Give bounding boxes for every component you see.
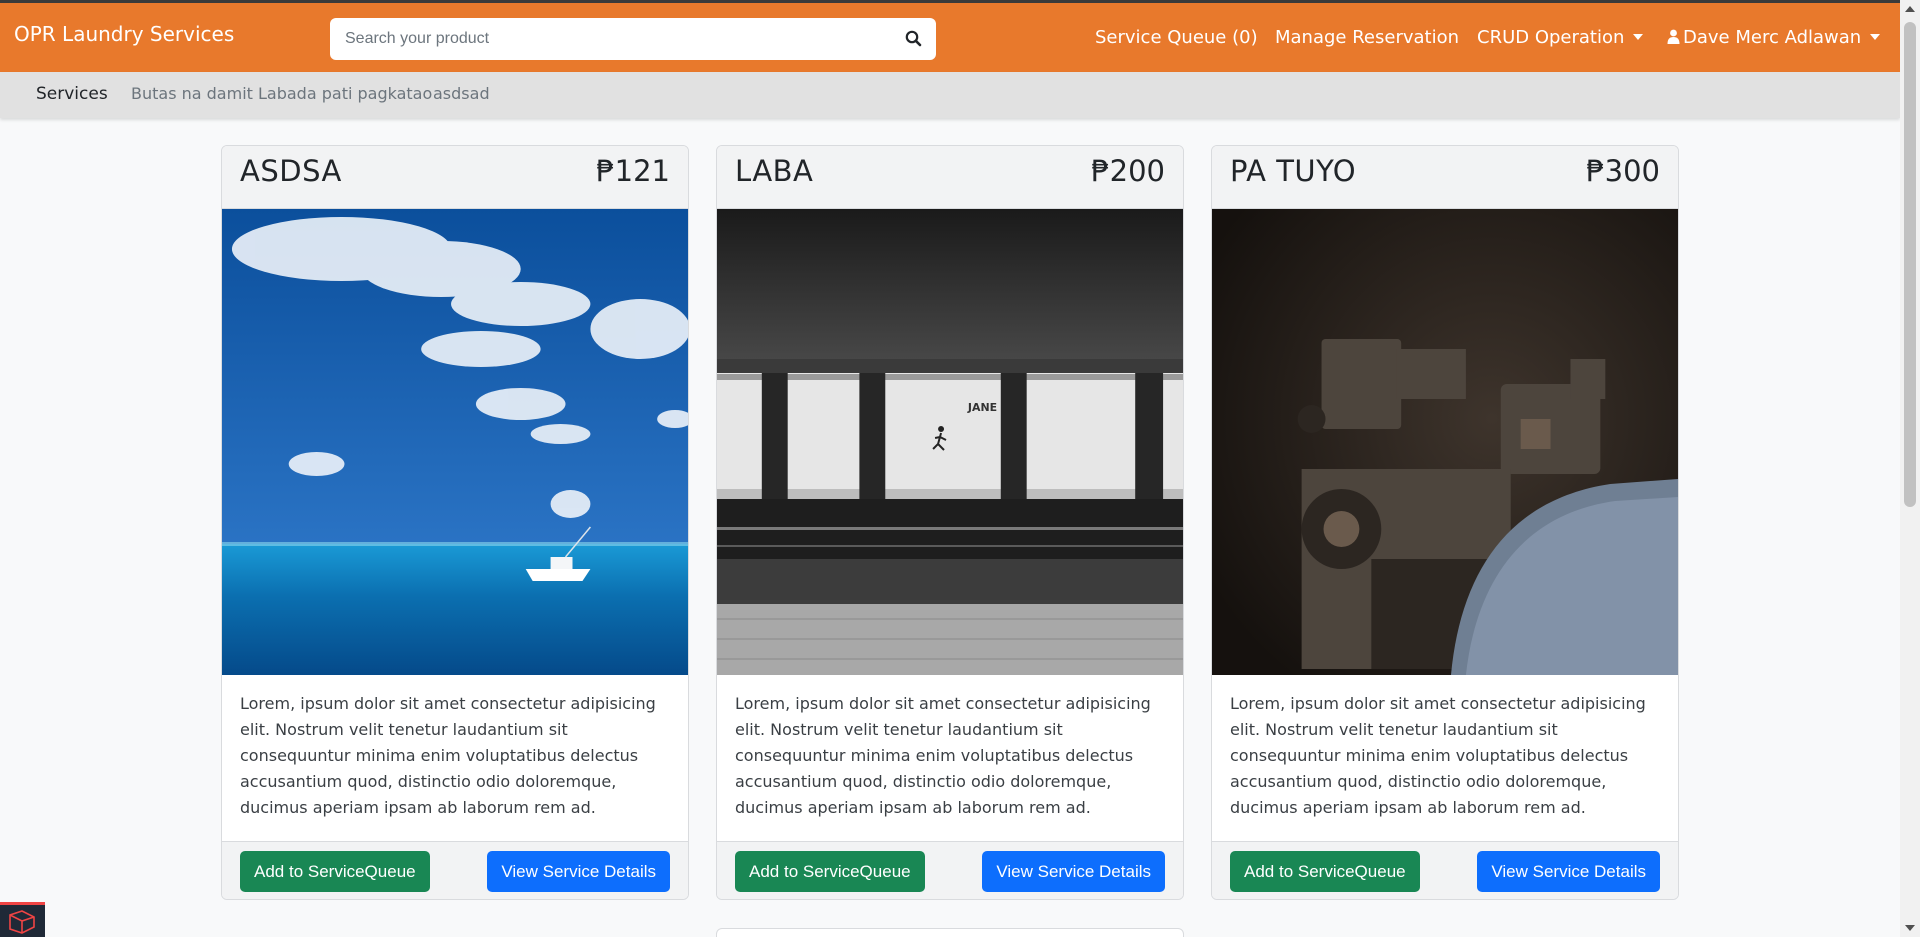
service-title: LABA (735, 154, 814, 188)
card-footer: Add to ServiceQueue View Service Details (222, 841, 688, 899)
card-footer: Add to ServiceQueue View Service Details (1212, 841, 1678, 899)
debugbar-icon[interactable] (0, 902, 45, 937)
add-to-service-queue-button[interactable]: Add to ServiceQueue (735, 851, 925, 892)
subnav-link-labada[interactable]: Labada pati pagkatao (258, 84, 432, 103)
card-header: LABA ₱200 (717, 146, 1183, 209)
brand-link[interactable]: OPR Laundry Services (14, 22, 234, 46)
service-title: PA TUYO (1230, 154, 1357, 188)
user-menu-dropdown[interactable]: Dave Merc Adlawan (1667, 27, 1881, 48)
add-to-service-queue-button[interactable]: Add to ServiceQueue (240, 851, 430, 892)
manage-reservation-link[interactable]: Manage Reservation (1275, 27, 1459, 48)
crud-operation-dropdown[interactable]: CRUD Operation (1477, 27, 1644, 48)
services-title: Services (36, 84, 108, 104)
chevron-down-icon (1633, 34, 1644, 40)
subnav-link-asdsad[interactable]: asdsad (433, 84, 490, 103)
search-icon[interactable] (904, 29, 924, 49)
view-service-details-button[interactable]: View Service Details (487, 851, 670, 892)
service-description: Lorem, ipsum dolor sit amet consectetur … (240, 694, 656, 817)
service-price: ₱300 (1586, 154, 1660, 188)
user-icon (1667, 28, 1680, 44)
services-subnav: Services Butas na damit Labada pati pagk… (0, 72, 1900, 118)
service-card-partial (716, 928, 1184, 937)
page-scrollbar[interactable] (1900, 0, 1920, 937)
crud-operation-label: CRUD Operation (1477, 27, 1625, 48)
service-description: Lorem, ipsum dolor sit amet consectetur … (735, 694, 1151, 817)
service-queue-link[interactable]: Service Queue (0) (1095, 27, 1258, 48)
subnav-link-butas-na-damit[interactable]: Butas na damit (131, 84, 253, 103)
add-to-service-queue-button[interactable]: Add to ServiceQueue (1230, 851, 1420, 892)
card-header: PA TUYO ₱300 (1212, 146, 1678, 209)
service-card: ASDSA ₱121 Lorem, ipsum dolor sit amet c… (221, 145, 689, 900)
service-image (222, 209, 688, 675)
service-description: Lorem, ipsum dolor sit amet consectetur … (1230, 694, 1646, 817)
service-title: ASDSA (240, 154, 342, 188)
service-price: ₱200 (1091, 154, 1165, 188)
view-service-details-button[interactable]: View Service Details (982, 851, 1165, 892)
service-card: LABA ₱200 JANE Lorem, ipsum dolor sit am… (716, 145, 1184, 900)
view-service-details-button[interactable]: View Service Details (1477, 851, 1660, 892)
jane-sign-text: JANE (967, 401, 997, 414)
service-image: JANE (717, 209, 1183, 675)
service-price: ₱121 (596, 154, 670, 188)
user-name: Dave Merc Adlawan (1683, 27, 1862, 48)
top-navbar: OPR Laundry Services Service Queue (0) M… (0, 0, 1900, 72)
service-image (1212, 209, 1678, 675)
card-header: ASDSA ₱121 (222, 146, 688, 209)
chevron-down-icon (1870, 34, 1881, 40)
card-footer: Add to ServiceQueue View Service Details (717, 841, 1183, 899)
scroll-up-arrow-icon[interactable] (1905, 6, 1915, 12)
scroll-down-arrow-icon[interactable] (1905, 925, 1915, 931)
service-card: PA TUYO ₱300 Lorem, ipsum dolor sit amet… (1211, 145, 1679, 900)
search-form (330, 18, 936, 60)
search-input[interactable] (330, 18, 890, 60)
scrollbar-thumb[interactable] (1904, 22, 1916, 507)
